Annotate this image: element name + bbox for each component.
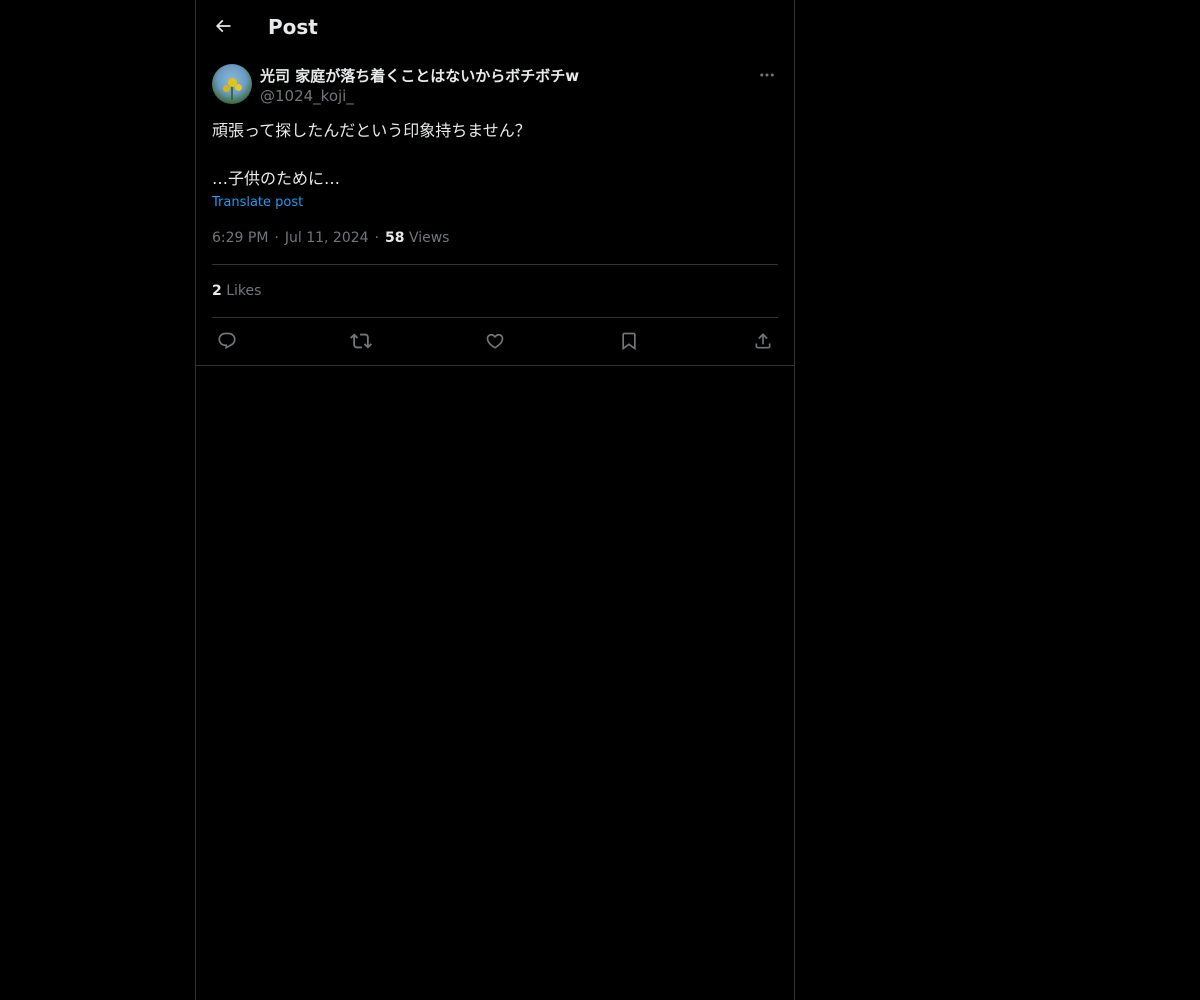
separator: ·: [374, 230, 380, 246]
repost-button[interactable]: [348, 328, 374, 354]
views-count: 58: [385, 230, 405, 246]
post-bottom-border: [196, 365, 794, 366]
likes-link[interactable]: 2 Likes: [212, 281, 261, 301]
divider: [212, 264, 778, 265]
more-options-button[interactable]: [756, 64, 778, 86]
main-column: Post 光司 家庭が落ち着くことはないからボチボチw @1024_koji_ …: [195, 0, 795, 1000]
top-bar: Post: [196, 0, 794, 53]
avatar[interactable]: [212, 64, 252, 104]
post-text: 頑張って探したんだという印象持ちません？ …子供のために…: [212, 119, 778, 191]
bookmark-button[interactable]: [616, 328, 642, 354]
author-display-name[interactable]: 光司 家庭が落ち着くことはないからボチボチw: [260, 66, 579, 86]
post-metadata: 6:29 PM · Jul 11, 2024 · 58 Views: [212, 228, 449, 248]
share-button[interactable]: [750, 328, 776, 354]
separator: ·: [274, 230, 279, 246]
likes-count: 2: [212, 283, 222, 299]
post-date[interactable]: Jul 11, 2024: [285, 230, 369, 246]
action-bar: [212, 328, 778, 354]
ellipsis-icon: [758, 66, 776, 84]
reply-icon: [217, 331, 237, 351]
views-label: Views: [408, 230, 450, 246]
repost-icon: [350, 330, 372, 352]
page-title: Post: [268, 15, 318, 39]
post-text-line: [212, 143, 778, 167]
translate-post-link[interactable]: Translate post: [212, 194, 303, 212]
back-button[interactable]: [208, 11, 238, 41]
heart-icon: [485, 331, 505, 351]
post-time[interactable]: 6:29 PM: [212, 230, 268, 246]
bookmark-icon: [619, 331, 639, 351]
like-button[interactable]: [482, 328, 508, 354]
author-handle[interactable]: @1024_koji_: [260, 86, 354, 106]
reply-button[interactable]: [214, 328, 240, 354]
likes-label: Likes: [226, 283, 262, 299]
share-icon: [753, 331, 773, 351]
arrow-left-icon: [213, 16, 233, 36]
post-text-line: 頑張って探したんだという印象持ちません？: [212, 121, 531, 140]
post-text-line: …子供のために…: [212, 169, 341, 188]
post: 光司 家庭が落ち着くことはないからボチボチw @1024_koji_ 頑張って探…: [212, 64, 778, 365]
divider: [212, 317, 778, 318]
